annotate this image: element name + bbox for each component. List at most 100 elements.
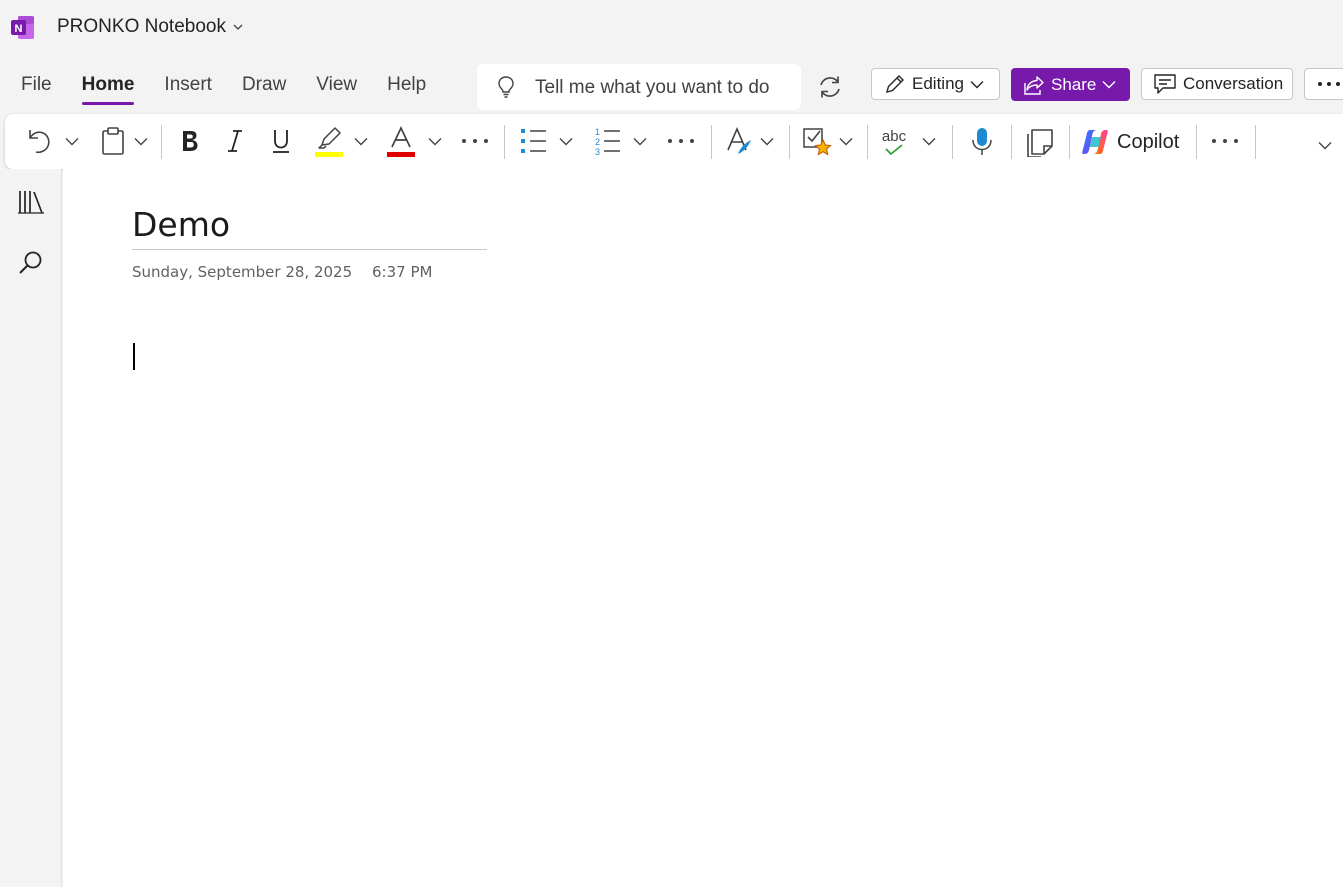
bullets-dropdown[interactable] (557, 132, 575, 150)
more-font-options-button[interactable] (458, 129, 492, 153)
library-icon (18, 191, 44, 214)
underline-button[interactable] (264, 124, 298, 158)
chevron-down-icon (233, 24, 243, 30)
editing-label: Editing (912, 74, 964, 93)
ribbon-collapse-toggle[interactable] (1315, 136, 1335, 154)
chevron-down-icon (134, 137, 148, 145)
ribbon-divider (1069, 125, 1070, 159)
text-styles-icon (727, 126, 751, 154)
underline-icon (273, 130, 289, 153)
ribbon-divider (867, 125, 868, 159)
menu-tabs: File Home Insert Draw View Help (0, 62, 441, 108)
chevron-down-icon (428, 137, 442, 145)
tab-insert[interactable]: Insert (149, 62, 227, 108)
tab-file[interactable]: File (0, 62, 67, 108)
tab-view[interactable]: View (301, 62, 372, 108)
styles-dropdown[interactable] (758, 132, 776, 150)
notebook-switcher[interactable]: PRONKO Notebook (57, 16, 244, 38)
more-horizontal-icon (668, 139, 694, 143)
more-commands-button[interactable] (1208, 129, 1242, 153)
highlight-dropdown[interactable] (352, 132, 370, 150)
page-canvas[interactable]: Demo Sunday, September 28, 2025 6:37 PM (63, 169, 1343, 887)
home-ribbon: 1 2 3 abc Copilot (5, 114, 1343, 169)
todo-tag-icon (803, 128, 832, 156)
more-options-button[interactable] (1304, 68, 1343, 100)
page-title[interactable]: Demo (132, 205, 230, 244)
chevron-down-icon (1102, 81, 1116, 89)
ribbon-divider (504, 125, 505, 159)
share-label: Share (1051, 74, 1097, 94)
svg-text:1: 1 (595, 127, 600, 137)
sticky-note-icon (1027, 129, 1053, 157)
spelling-dropdown[interactable] (920, 132, 938, 150)
bold-icon (183, 131, 198, 151)
bulleted-list-icon (521, 129, 546, 153)
numbering-button[interactable]: 1 2 3 (591, 124, 625, 158)
navigation-rail (0, 169, 62, 887)
more-paragraph-options-button[interactable] (664, 129, 698, 153)
chevron-down-icon (970, 80, 984, 88)
spelling-button[interactable]: abc (877, 124, 911, 160)
text-cursor (133, 343, 135, 370)
editing-mode-button[interactable]: Editing (871, 68, 1000, 100)
font-color-button[interactable] (383, 124, 419, 160)
svg-text:2: 2 (595, 137, 600, 147)
onenote-window: N PRONKO Notebook File Home Insert Draw … (0, 0, 1343, 887)
tab-help[interactable]: Help (372, 62, 441, 108)
search-button[interactable] (14, 246, 48, 280)
share-icon (1024, 75, 1044, 95)
microphone-icon (972, 128, 992, 155)
copilot-icon (1082, 130, 1108, 154)
copilot-label: Copilot (1117, 130, 1180, 153)
highlight-button[interactable] (309, 124, 349, 160)
tab-home[interactable]: Home (67, 62, 150, 108)
more-horizontal-icon (462, 139, 488, 143)
share-button[interactable]: Share (1011, 68, 1130, 101)
comment-icon (1154, 74, 1176, 94)
dictate-button[interactable] (965, 124, 999, 160)
lightbulb-icon (498, 76, 514, 98)
numbering-dropdown[interactable] (631, 132, 649, 150)
more-horizontal-icon (1318, 82, 1340, 86)
paste-button[interactable] (97, 124, 129, 158)
bold-button[interactable] (173, 124, 207, 158)
more-horizontal-icon (1212, 139, 1238, 143)
tell-me-search[interactable]: Tell me what you want to do (477, 64, 801, 110)
chevron-down-icon (1318, 141, 1332, 149)
chevron-down-icon (65, 137, 79, 145)
notebooks-button[interactable] (14, 185, 48, 219)
styles-button[interactable] (722, 124, 756, 160)
clipboard-icon (102, 127, 124, 155)
chevron-down-icon (760, 137, 774, 145)
chevron-down-icon (839, 137, 853, 145)
search-icon (19, 251, 42, 274)
svg-text:3: 3 (595, 147, 600, 156)
undo-dropdown[interactable] (63, 132, 81, 150)
tag-dropdown[interactable] (837, 132, 855, 150)
paste-dropdown[interactable] (132, 132, 150, 150)
chevron-down-icon (633, 137, 647, 145)
ribbon-divider (1196, 125, 1197, 159)
spellcheck-icon (885, 143, 903, 155)
spelling-abc-text: abc (881, 127, 907, 145)
highlighter-icon (315, 127, 343, 157)
copilot-button[interactable]: Copilot (1081, 124, 1193, 160)
font-color-dropdown[interactable] (426, 132, 444, 150)
bullets-button[interactable] (517, 124, 551, 158)
notebook-name-label: PRONKO Notebook (57, 16, 226, 37)
ribbon-divider (789, 125, 790, 159)
italic-button[interactable] (218, 124, 252, 158)
ribbon-divider (1011, 125, 1012, 159)
conversation-button[interactable]: Conversation (1141, 68, 1293, 100)
font-color-icon (387, 126, 415, 157)
undo-button[interactable] (22, 124, 56, 158)
sticky-note-button[interactable] (1023, 124, 1057, 160)
chevron-down-icon (922, 137, 936, 145)
sync-button[interactable] (814, 70, 846, 104)
ribbon-divider (1255, 125, 1256, 159)
tab-draw[interactable]: Draw (227, 62, 301, 108)
title-bar: N PRONKO Notebook (0, 0, 1343, 56)
logo-letter: N (15, 23, 23, 35)
tag-button[interactable] (800, 124, 834, 160)
sync-icon (820, 76, 840, 98)
